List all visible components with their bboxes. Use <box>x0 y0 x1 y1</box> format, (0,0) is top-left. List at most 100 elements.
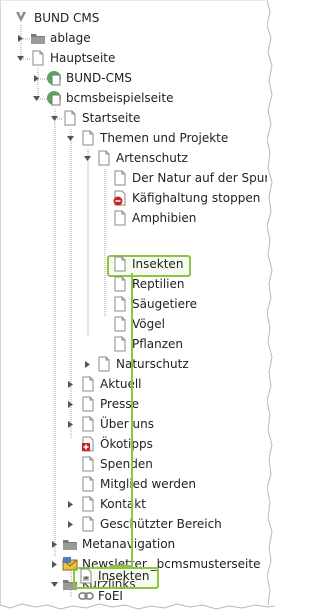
collapse-arrow-icon[interactable] <box>16 54 25 63</box>
tree-node-label: Kontakt <box>100 497 146 511</box>
shortcut-page-icon <box>80 568 92 584</box>
torn-edge-right <box>267 0 275 612</box>
torn-edge-bottom <box>0 603 275 612</box>
tree-node-der-natur-auf-der-spur[interactable]: Der Natur auf der Spur <box>112 168 267 188</box>
tree-node-insekten[interactable]: Insekten <box>112 254 192 274</box>
tree-node-label: Metanavigation <box>82 537 176 551</box>
tree-node-aktuell[interactable]: Aktuell <box>80 374 230 394</box>
tree-node-startseite[interactable]: Startseite <box>62 108 262 128</box>
typo3-logo-icon <box>16 12 26 22</box>
collapse-arrow-icon[interactable] <box>83 154 92 163</box>
tree-node-amphibien[interactable]: Amphibien <box>112 208 262 228</box>
tree-node-themen-und-projekte[interactable]: Themen und Projekte <box>80 128 270 148</box>
tree-node-kontakt[interactable]: Kontakt <box>80 494 230 514</box>
tree-node-hauptseite[interactable]: Hauptseite <box>30 48 230 68</box>
page-icon <box>114 276 126 292</box>
page-icon <box>114 336 126 352</box>
expand-arrow-icon[interactable] <box>32 74 41 83</box>
tree-node-label: Der Natur auf der Spur <box>132 171 267 185</box>
page-icon <box>82 416 94 432</box>
tree-node-label: ablage <box>50 31 91 45</box>
tree-node-label: Vögel <box>132 317 165 331</box>
page-icon <box>32 50 44 66</box>
page-icon <box>82 516 94 532</box>
tree-root[interactable]: BUND CMS <box>14 8 254 28</box>
page-icon <box>82 496 94 512</box>
page-icon <box>98 150 110 166</box>
tree-node-label: Geschützter Bereich <box>100 517 222 531</box>
expand-arrow-icon[interactable] <box>50 560 59 569</box>
page-icon <box>82 396 94 412</box>
collapse-arrow-icon[interactable] <box>32 94 41 103</box>
expand-arrow-icon[interactable] <box>66 520 75 529</box>
tree-node-label: Amphibien <box>132 211 197 225</box>
page-icon <box>82 456 94 472</box>
site-root-icon <box>47 71 61 86</box>
tree-node-ueber-uns[interactable]: Über uns <box>80 414 230 434</box>
page-icon <box>114 210 126 226</box>
tree-node-bcmsbeispielseite[interactable]: bcmsbeispielseite <box>46 88 256 108</box>
tree-node-label: Artenschutz <box>116 151 188 165</box>
tree-node-label: Insekten <box>132 257 184 271</box>
tree-node-label: Hauptseite <box>50 51 116 65</box>
folder-icon <box>31 34 45 44</box>
expand-arrow-icon[interactable] <box>66 380 75 389</box>
tree-node-label: Presse <box>100 397 139 411</box>
tree-node-kaefighaltung-stoppen[interactable]: Käfighaltung stoppen <box>112 188 267 208</box>
site-root-icon <box>47 91 61 106</box>
tree-node-label: Mitglied werden <box>100 477 197 491</box>
collapse-arrow-icon[interactable] <box>50 114 59 123</box>
tree-node-label: Insekten <box>98 569 150 583</box>
tree-node-geschuetzter-bereich[interactable]: Geschützter Bereich <box>80 514 260 534</box>
page-icon <box>114 296 126 312</box>
tree-node-label: bcmsbeispielseite <box>66 91 174 105</box>
page-icon <box>82 476 94 492</box>
expand-arrow-icon[interactable] <box>50 540 59 549</box>
tree-node-voegel[interactable]: Vögel <box>112 314 262 334</box>
tree-root-label: BUND CMS <box>34 11 100 25</box>
highlight-connector-line <box>131 273 133 565</box>
page-restricted-icon <box>82 436 94 452</box>
page-icon <box>82 376 94 392</box>
expand-arrow-icon[interactable] <box>66 400 75 409</box>
tree-node-naturschutz[interactable]: Naturschutz <box>96 354 246 374</box>
tree-node-label: Naturschutz <box>116 357 189 371</box>
collapse-arrow-icon[interactable] <box>50 580 59 589</box>
expand-arrow-icon[interactable] <box>83 360 92 369</box>
tree-node-label: Spenden <box>100 457 153 471</box>
tree-node-insekten-shortcut[interactable]: Insekten <box>78 566 158 586</box>
tree-node-oekotipps[interactable]: Ökotipps <box>80 434 230 454</box>
tree-node-label: Über uns <box>100 417 154 431</box>
tree-node-presse[interactable]: Presse <box>80 394 230 414</box>
expand-arrow-icon[interactable] <box>66 420 75 429</box>
tree-node-label: Reptilien <box>132 277 185 291</box>
page-icon <box>114 256 126 272</box>
tree-node-saeugetiere[interactable]: Säugetiere <box>112 294 262 314</box>
tree-node-label: Säugetiere <box>132 297 198 311</box>
tree-node-label: Themen und Projekte <box>100 131 229 145</box>
page-icon <box>114 170 126 186</box>
tree-node-spenden[interactable]: Spenden <box>80 454 230 474</box>
tree-node-ablage[interactable]: ablage <box>30 28 230 48</box>
tree-node-label: Startseite <box>82 111 141 125</box>
page-icon <box>64 110 76 126</box>
tree-node-label: Pflanzen <box>132 337 184 351</box>
page-icon <box>82 130 94 146</box>
expand-arrow-icon[interactable] <box>66 500 75 509</box>
tree-node-label: Käfighaltung stoppen <box>132 191 261 205</box>
tree-node-artenschutz[interactable]: Artenschutz <box>96 148 266 168</box>
tree-node-mitglied-werden[interactable]: Mitglied werden <box>80 474 250 494</box>
tree-node-reptilien[interactable]: Reptilien <box>112 274 262 294</box>
folder-icon <box>63 540 77 550</box>
tree-node-label: Aktuell <box>100 377 142 391</box>
link-icon <box>78 592 94 600</box>
tree-node-metanavigation[interactable]: Metanavigation <box>62 534 242 554</box>
tree-node-label: Ökotipps <box>100 437 153 451</box>
collapse-arrow-icon[interactable] <box>66 134 75 143</box>
tree-node-pflanzen[interactable]: Pflanzen <box>112 334 262 354</box>
page-icon <box>114 316 126 332</box>
expand-arrow-icon[interactable] <box>16 34 25 43</box>
page-icon <box>98 356 110 372</box>
tree-node-bund-cms[interactable]: BUND-CMS <box>46 68 246 88</box>
tree-node-label: BUND-CMS <box>66 71 132 85</box>
